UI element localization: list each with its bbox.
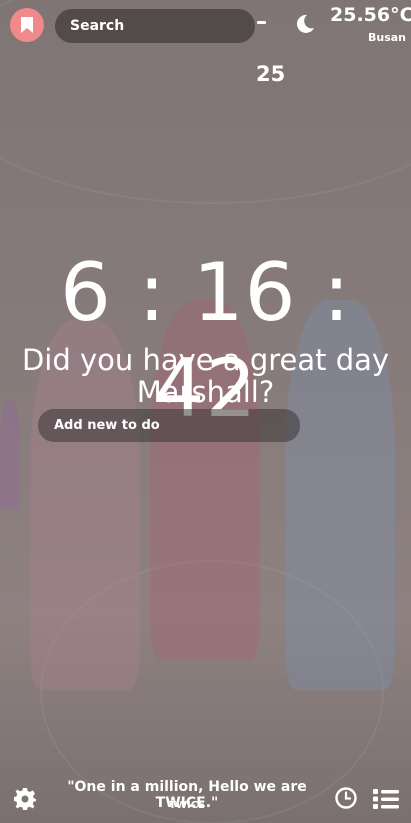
- bookmark-icon: [21, 17, 33, 33]
- weather-city: Busan: [368, 31, 407, 44]
- bookmark-button[interactable]: [10, 8, 44, 42]
- gear-icon[interactable]: [13, 787, 37, 811]
- list-icon[interactable]: [373, 787, 399, 811]
- search-input[interactable]: [55, 9, 255, 43]
- quote-author: TWICE: [169, 800, 205, 811]
- temperature: 25.56°C: [330, 4, 411, 26]
- todo-input[interactable]: [38, 409, 300, 442]
- clock-icon[interactable]: [334, 786, 358, 810]
- minimize-dash-icon[interactable]: [257, 21, 266, 24]
- day-number: 25: [256, 62, 286, 86]
- moon-icon: [296, 14, 314, 33]
- greeting-text: Did you have a great day Marshall?: [21, 343, 390, 409]
